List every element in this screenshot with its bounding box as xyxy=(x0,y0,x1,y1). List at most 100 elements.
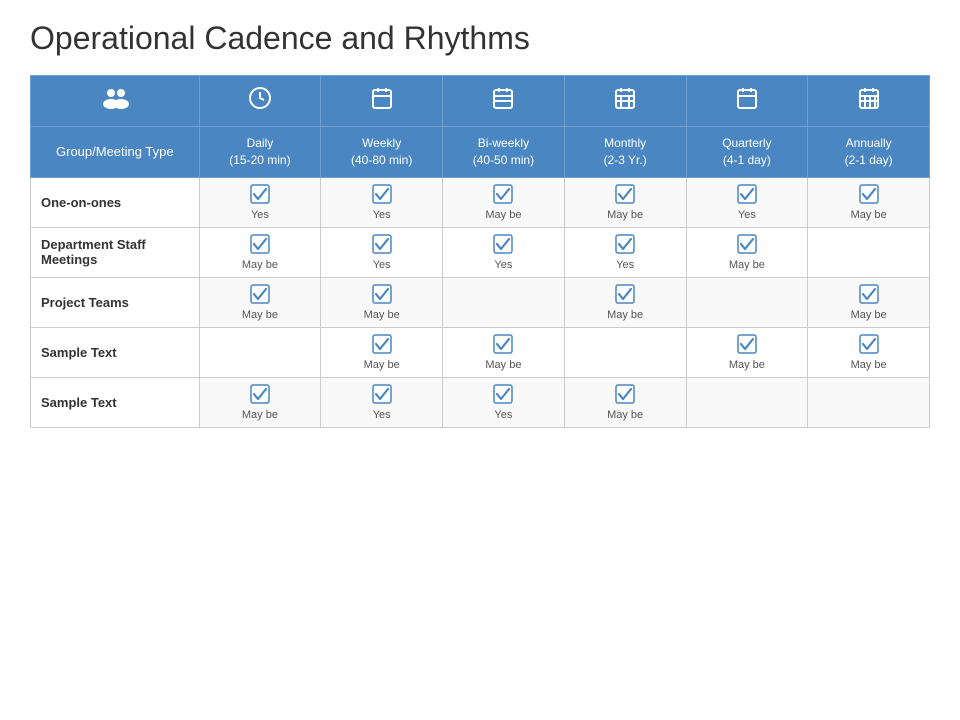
cell-1-group: Department Staff Meetings xyxy=(31,227,200,277)
cell-label-4-monthly: May be xyxy=(607,409,643,421)
cell-label-3-weekly: May be xyxy=(364,359,400,371)
icon-header-monthly xyxy=(564,76,686,127)
checkbox-icon-1-daily xyxy=(250,234,270,257)
cell-label-4-weekly: Yes xyxy=(373,409,391,421)
label-header-group: Group/Meeting Type xyxy=(31,127,200,178)
cell-label-0-monthly: May be xyxy=(607,209,643,221)
checkbox-icon-1-weekly xyxy=(372,234,392,257)
table-row: Project Teams May be May be May be May b… xyxy=(31,277,930,327)
cell-label-1-daily: May be xyxy=(242,259,278,271)
cell-label-1-weekly: Yes xyxy=(373,259,391,271)
cell-4-monthly: May be xyxy=(564,377,686,427)
cell-4-biweekly: Yes xyxy=(443,377,565,427)
cell-3-daily xyxy=(199,327,321,377)
cell-3-group: Sample Text xyxy=(31,327,200,377)
page-title: Operational Cadence and Rhythms xyxy=(30,20,930,57)
cell-label-4-daily: May be xyxy=(242,409,278,421)
cell-4-daily: May be xyxy=(199,377,321,427)
checkbox-icon-4-monthly xyxy=(615,384,635,407)
checkbox-icon-3-weekly xyxy=(372,334,392,357)
cell-label-3-biweekly: May be xyxy=(485,359,521,371)
cell-3-monthly xyxy=(564,327,686,377)
checkbox-icon-2-annually xyxy=(859,284,879,307)
cell-0-daily: Yes xyxy=(199,177,321,227)
label-header-annually: Annually(2-1 day) xyxy=(808,127,930,178)
cell-3-annually: May be xyxy=(808,327,930,377)
checkbox-icon-3-annually xyxy=(859,334,879,357)
icon-header-daily xyxy=(199,76,321,127)
icon-header-row xyxy=(31,76,930,127)
checkbox-icon-4-biweekly xyxy=(493,384,513,407)
label-header-biweekly: Bi-weekly(40-50 min) xyxy=(443,127,565,178)
cell-1-monthly: Yes xyxy=(564,227,686,277)
checkbox-icon-4-weekly xyxy=(372,384,392,407)
cell-0-annually: May be xyxy=(808,177,930,227)
cell-1-quarterly: May be xyxy=(686,227,808,277)
checkbox-icon-4-daily xyxy=(250,384,270,407)
checkbox-icon-2-daily xyxy=(250,284,270,307)
cell-2-weekly: May be xyxy=(321,277,443,327)
label-header-row: Group/Meeting TypeDaily(15-20 min)Weekly… xyxy=(31,127,930,178)
checkbox-icon-0-biweekly xyxy=(493,184,513,207)
checkbox-icon-1-biweekly xyxy=(493,234,513,257)
cell-label-4-biweekly: Yes xyxy=(494,409,512,421)
cell-label-3-quarterly: May be xyxy=(729,359,765,371)
label-header-monthly: Monthly(2-3 Yr.) xyxy=(564,127,686,178)
checkbox-icon-0-daily xyxy=(250,184,270,207)
cell-0-group: One-on-ones xyxy=(31,177,200,227)
cell-2-monthly: May be xyxy=(564,277,686,327)
checkbox-icon-1-monthly xyxy=(615,234,635,257)
cell-3-biweekly: May be xyxy=(443,327,565,377)
cell-0-biweekly: May be xyxy=(443,177,565,227)
table-row: Sample Text May be Yes Yes May be xyxy=(31,377,930,427)
cell-2-quarterly xyxy=(686,277,808,327)
cell-label-2-daily: May be xyxy=(242,309,278,321)
checkbox-icon-3-biweekly xyxy=(493,334,513,357)
checkbox-icon-2-monthly xyxy=(615,284,635,307)
cell-0-quarterly: Yes xyxy=(686,177,808,227)
cell-label-0-annually: May be xyxy=(851,209,887,221)
icon-header-group xyxy=(31,76,200,127)
cell-0-weekly: Yes xyxy=(321,177,443,227)
checkbox-icon-0-quarterly xyxy=(737,184,757,207)
cell-label-1-biweekly: Yes xyxy=(494,259,512,271)
cell-label-2-monthly: May be xyxy=(607,309,643,321)
icon-header-annually xyxy=(808,76,930,127)
label-header-quarterly: Quarterly(4-1 day) xyxy=(686,127,808,178)
cell-4-annually xyxy=(808,377,930,427)
cell-label-0-quarterly: Yes xyxy=(738,209,756,221)
cell-4-weekly: Yes xyxy=(321,377,443,427)
cell-1-biweekly: Yes xyxy=(443,227,565,277)
checkbox-icon-0-annually xyxy=(859,184,879,207)
cell-label-0-weekly: Yes xyxy=(373,209,391,221)
cell-3-weekly: May be xyxy=(321,327,443,377)
icon-header-weekly xyxy=(321,76,443,127)
cell-4-group: Sample Text xyxy=(31,377,200,427)
icon-header-biweekly xyxy=(443,76,565,127)
cell-label-1-quarterly: May be xyxy=(729,259,765,271)
table-row: One-on-ones Yes Yes May be May be Yes Ma… xyxy=(31,177,930,227)
label-header-daily: Daily(15-20 min) xyxy=(199,127,321,178)
checkbox-icon-0-monthly xyxy=(615,184,635,207)
checkbox-icon-3-quarterly xyxy=(737,334,757,357)
table-body: One-on-ones Yes Yes May be May be Yes Ma… xyxy=(31,177,930,427)
cell-0-monthly: May be xyxy=(564,177,686,227)
cell-2-biweekly xyxy=(443,277,565,327)
cell-label-0-biweekly: May be xyxy=(485,209,521,221)
cell-4-quarterly xyxy=(686,377,808,427)
cell-label-3-annually: May be xyxy=(851,359,887,371)
cell-label-2-weekly: May be xyxy=(364,309,400,321)
cell-1-daily: May be xyxy=(199,227,321,277)
cell-label-2-annually: May be xyxy=(851,309,887,321)
cadence-table: Group/Meeting TypeDaily(15-20 min)Weekly… xyxy=(30,75,930,428)
cell-3-quarterly: May be xyxy=(686,327,808,377)
label-header-weekly: Weekly(40-80 min) xyxy=(321,127,443,178)
cell-2-daily: May be xyxy=(199,277,321,327)
icon-header-quarterly xyxy=(686,76,808,127)
table-row: Sample Text May be May be May be May be xyxy=(31,327,930,377)
checkbox-icon-2-weekly xyxy=(372,284,392,307)
cell-1-annually xyxy=(808,227,930,277)
cell-label-1-monthly: Yes xyxy=(616,259,634,271)
cell-2-group: Project Teams xyxy=(31,277,200,327)
checkbox-icon-0-weekly xyxy=(372,184,392,207)
